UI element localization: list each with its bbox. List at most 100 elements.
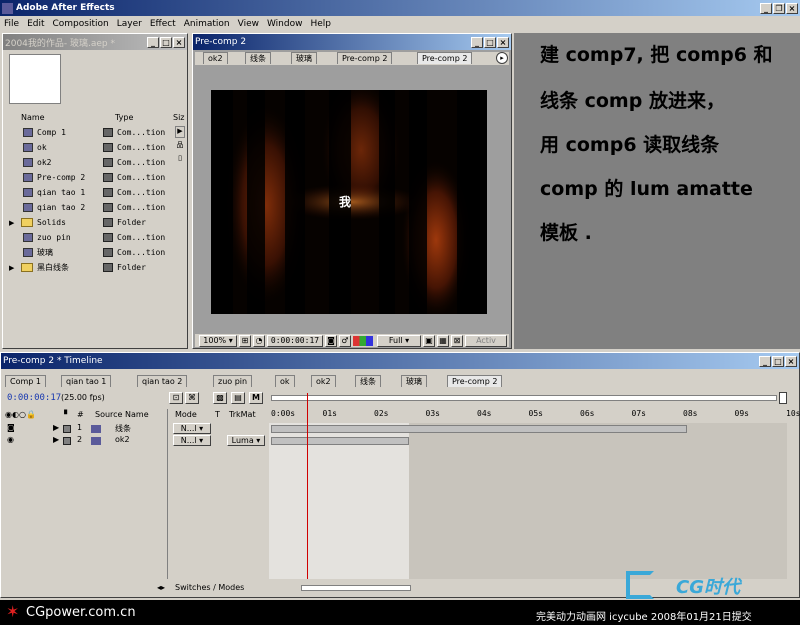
comp-minimize-button[interactable]: _ [471, 36, 483, 48]
project-item[interactable]: ▶ Solids Folder [5, 215, 173, 230]
frame-blend-icon[interactable]: ▤ [231, 392, 245, 404]
channel-color-icon[interactable] [353, 336, 373, 346]
menu-help[interactable]: Help [310, 19, 331, 29]
timeline-zoom-slider[interactable] [301, 585, 411, 591]
region-icon[interactable]: ▣ [423, 335, 435, 347]
layer-bar[interactable] [271, 425, 687, 433]
timeline-close-button[interactable]: × [785, 355, 797, 367]
project-item[interactable]: zuo pin Com...tion [5, 230, 173, 245]
project-maximize-button[interactable]: □ [160, 36, 172, 48]
timeline-tab-comp1[interactable]: Comp 1 [5, 375, 46, 387]
layer-expand-arrow[interactable]: ▶ [53, 423, 59, 432]
menu-layer[interactable]: Layer [117, 19, 142, 29]
show-snapshot-icon[interactable]: ♂ [339, 335, 351, 347]
active-camera-select[interactable]: Activ [465, 335, 507, 347]
layer-eye-icon[interactable]: ◙ [7, 423, 15, 432]
mask-icon[interactable]: ◔ [253, 335, 265, 347]
timeline-timecode[interactable]: 0:00:00:17 [7, 393, 61, 403]
timeline-track-area[interactable] [269, 393, 787, 579]
resolution-select[interactable]: Full ▾ [377, 335, 421, 347]
snapshot-icon[interactable]: ◙ [325, 335, 337, 347]
layer-mode-select[interactable]: N...l ▾ [173, 423, 211, 434]
timeline-maximize-button[interactable]: □ [772, 355, 784, 367]
layer-expand-arrow[interactable]: ▶ [53, 435, 59, 444]
project-item[interactable]: qian tao 1 Com...tion [5, 185, 173, 200]
folder-expand-arrow[interactable]: ▶ [9, 219, 14, 227]
layer-label-swatch[interactable] [63, 437, 71, 445]
close-button[interactable]: × [786, 2, 798, 14]
transparency-grid-icon[interactable]: ▦ [437, 335, 449, 347]
project-item[interactable]: ok2 Com...tion [5, 155, 173, 170]
zoom-slider-end[interactable] [779, 392, 787, 404]
switches-modes-toggle[interactable]: Switches / Modes [175, 583, 244, 592]
trash-icon[interactable]: ▯ [175, 154, 185, 166]
timeline-tab-lines[interactable]: 线条 [355, 375, 381, 387]
label-color-swatch[interactable] [103, 263, 113, 272]
comp-close-button[interactable]: × [497, 36, 509, 48]
timeline-minimize-button[interactable]: _ [759, 355, 771, 367]
layer-trkmat-select[interactable]: Luma ▾ [227, 435, 265, 446]
layer-name[interactable]: ok2 [115, 435, 130, 444]
comp-tab-precomp2-active[interactable]: Pre-comp 2 [417, 52, 473, 64]
project-item[interactable]: Pre-comp 2 Com...tion [5, 170, 173, 185]
zoom-select[interactable]: 100% ▾ [199, 335, 237, 347]
label-color-swatch[interactable] [103, 143, 113, 152]
layer-label-swatch[interactable] [63, 425, 71, 433]
tab-menu-icon[interactable]: ▸ [496, 52, 508, 64]
project-minimize-button[interactable]: _ [147, 36, 159, 48]
timeline-tab-qiantao1[interactable]: qian tao 1 [61, 375, 112, 387]
project-item[interactable]: ok Com...tion [5, 140, 173, 155]
col-size-header[interactable]: Siz [173, 113, 185, 122]
project-close-button[interactable]: × [173, 36, 185, 48]
motion-blur-icon[interactable]: M [249, 392, 263, 404]
comp-tab-ok2[interactable]: ok2 [203, 52, 228, 64]
comp-maximize-button[interactable]: □ [484, 36, 496, 48]
draft-3d-icon[interactable]: ▩ [213, 392, 227, 404]
timeline-tab-zuopin[interactable]: zuo pin [213, 375, 253, 387]
comp-flowchart-icon[interactable]: ⊡ [169, 392, 183, 404]
layer-eye-icon[interactable]: ◉ [7, 435, 14, 444]
timeline-tab-precomp2[interactable]: Pre-comp 2 [447, 375, 503, 387]
menu-composition[interactable]: Composition [53, 19, 109, 29]
comp-tab-glass[interactable]: 玻璃 [291, 52, 317, 64]
project-item[interactable]: ▶ 黑白线条 Folder [5, 260, 173, 275]
project-item[interactable]: qian tao 2 Com...tion [5, 200, 173, 215]
work-area-bar[interactable] [271, 395, 777, 401]
timeline-tab-qiantao2[interactable]: qian tao 2 [137, 375, 188, 387]
layer-row[interactable]: ◙ ▶ 1 线条 N...l ▾ [3, 423, 267, 435]
comp-tab-lines[interactable]: 线条 [245, 52, 271, 64]
col-type-header[interactable]: Type [115, 113, 133, 122]
pixel-aspect-icon[interactable]: ⊠ [451, 335, 463, 347]
time-ruler[interactable]: 0:00s 01s 02s 03s 04s 05s 06s 07s 08s 09s 10s [271, 409, 800, 422]
folder-expand-arrow[interactable]: ▶ [9, 264, 14, 272]
col-name-header[interactable]: Name [21, 113, 45, 122]
label-color-swatch[interactable] [103, 128, 113, 137]
layer-row[interactable]: ◉ ▶ 2 ok2 N...l ▾ Luma ▾ [3, 435, 267, 447]
menu-animation[interactable]: Animation [184, 19, 230, 29]
label-color-swatch[interactable] [103, 173, 113, 182]
comp-tab-precomp2[interactable]: Pre-comp 2 [337, 52, 393, 64]
header-source-name[interactable]: Source Name [95, 410, 149, 419]
project-scroll-arrow[interactable]: ▶ [175, 126, 185, 138]
menu-view[interactable]: View [238, 19, 259, 29]
layer-bar[interactable] [271, 437, 409, 445]
label-color-swatch[interactable] [103, 218, 113, 227]
timeline-tab-ok2[interactable]: ok2 [311, 375, 336, 387]
safe-zones-icon[interactable]: ⊞ [239, 335, 251, 347]
label-color-swatch[interactable] [103, 233, 113, 242]
menu-edit[interactable]: Edit [27, 19, 44, 29]
menu-file[interactable]: File [4, 19, 19, 29]
minimize-button[interactable]: _ [760, 2, 772, 14]
label-color-swatch[interactable] [103, 248, 113, 257]
menu-effect[interactable]: Effect [150, 19, 176, 29]
label-color-swatch[interactable] [103, 203, 113, 212]
label-color-swatch[interactable] [103, 158, 113, 167]
switches-toggle-arrows[interactable]: ◂▸ [157, 583, 165, 592]
flowchart-icon[interactable]: 品 [175, 140, 185, 152]
menu-window[interactable]: Window [267, 19, 303, 29]
restore-button[interactable]: ❐ [773, 2, 785, 14]
layer-mode-select[interactable]: N...l ▾ [173, 435, 211, 446]
timeline-tab-ok[interactable]: ok [275, 375, 295, 387]
timeline-tab-glass[interactable]: 玻璃 [401, 375, 427, 387]
label-color-swatch[interactable] [103, 188, 113, 197]
